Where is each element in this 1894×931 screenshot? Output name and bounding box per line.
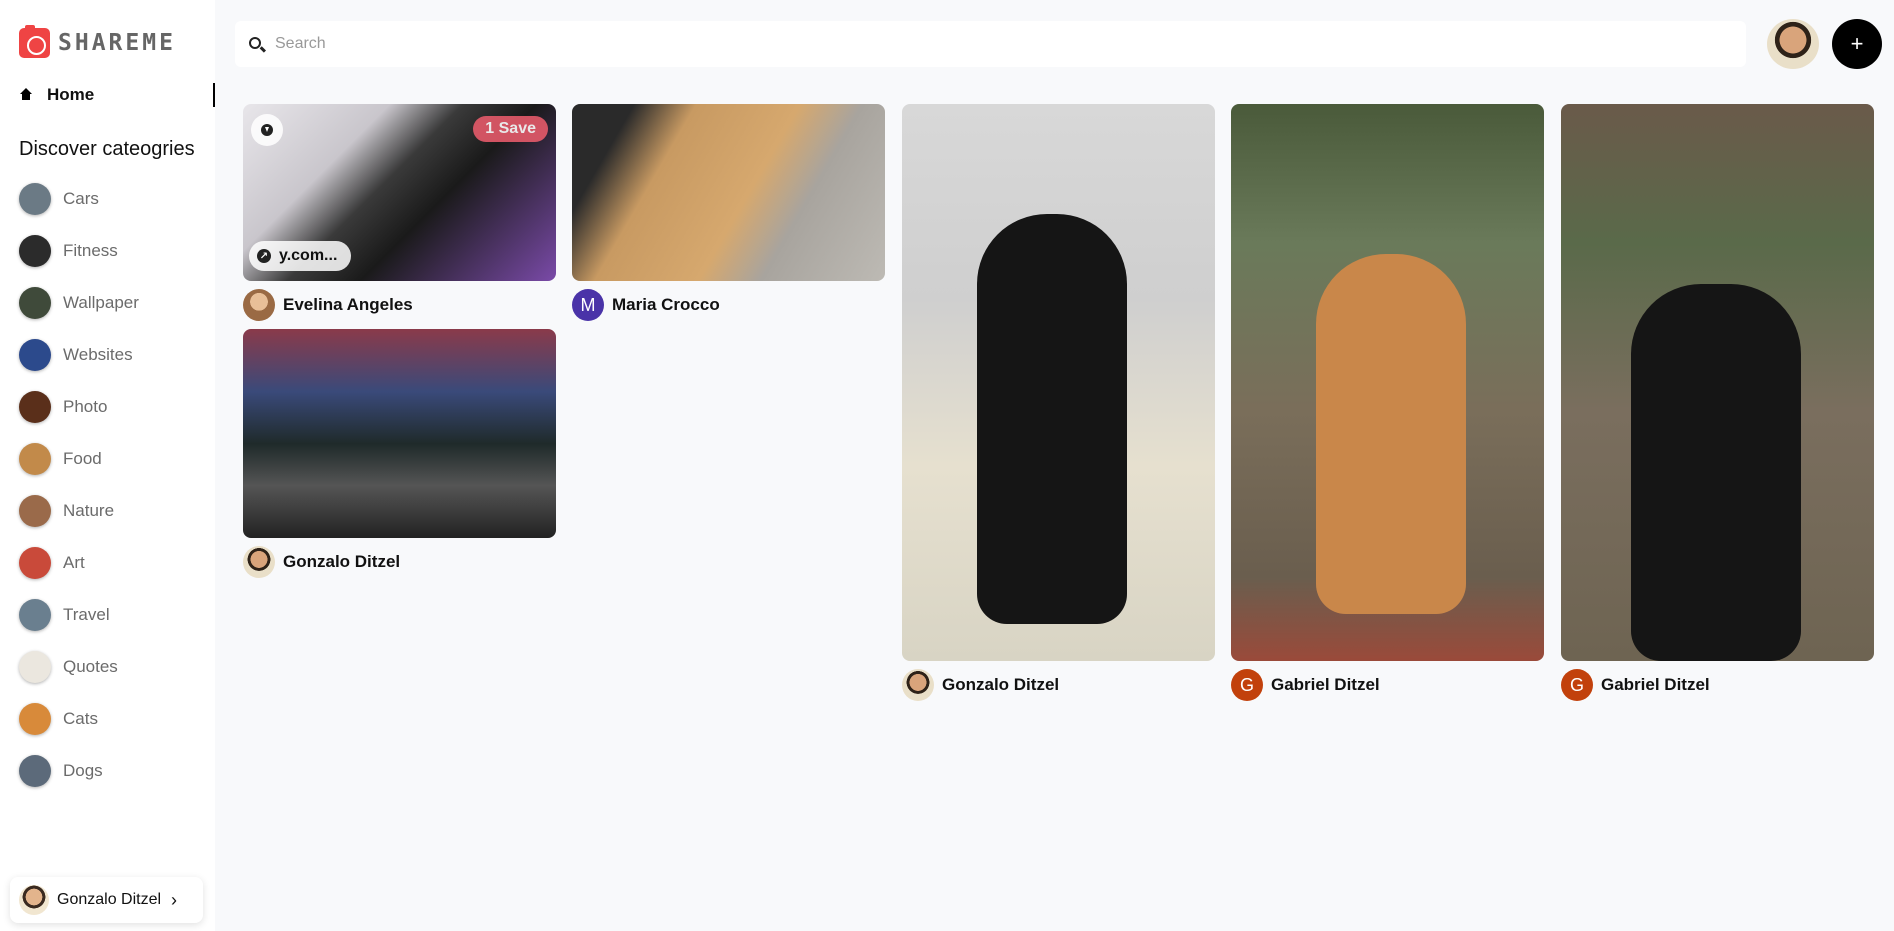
sidebar-item-dogs[interactable]: Dogs xyxy=(19,755,103,787)
category-thumbnail xyxy=(19,651,51,683)
discover-categories-title: Discover cateogries xyxy=(19,138,195,160)
sidebar-item-fitness[interactable]: Fitness xyxy=(19,235,118,267)
dog-silhouette xyxy=(977,214,1127,624)
category-label: Quotes xyxy=(63,657,118,676)
author-name: Gabriel Ditzel xyxy=(1601,675,1710,694)
author-name: Gabriel Ditzel xyxy=(1271,675,1380,694)
logo[interactable]: SHAREME xyxy=(19,25,176,58)
sidebar-item-nature[interactable]: Nature xyxy=(19,495,114,527)
pin-card[interactable]: 1 Save ↗ y.com... xyxy=(243,104,556,281)
sidebar-item-home[interactable]: Home xyxy=(19,83,215,107)
category-label: Food xyxy=(63,449,102,468)
avatar xyxy=(902,669,934,701)
category-label: Websites xyxy=(63,345,133,364)
category-label: Art xyxy=(63,553,85,572)
author-name: Gonzalo Ditzel xyxy=(283,552,401,571)
category-thumbnail xyxy=(19,391,51,423)
category-thumbnail xyxy=(19,235,51,267)
brand-name: SHAREME xyxy=(58,30,176,56)
category-thumbnail xyxy=(19,443,51,475)
pin-author[interactable]: G Gabriel Ditzel xyxy=(1561,669,1710,701)
user-name: Gonzalo Ditzel xyxy=(57,891,162,908)
pin-card[interactable] xyxy=(902,104,1215,661)
category-thumbnail xyxy=(19,339,51,371)
category-label: Fitness xyxy=(63,241,118,260)
author-name: Maria Crocco xyxy=(612,295,720,314)
search-icon xyxy=(249,37,261,49)
pin-card[interactable] xyxy=(572,104,885,281)
search-input[interactable] xyxy=(275,21,1735,67)
pin-card[interactable] xyxy=(1231,104,1544,661)
pin-author[interactable]: Gonzalo Ditzel xyxy=(243,546,400,578)
avatar xyxy=(243,546,275,578)
category-label: Dogs xyxy=(63,761,103,780)
user-profile-card[interactable]: Gonzalo Ditzel › xyxy=(10,877,203,923)
category-thumbnail xyxy=(19,183,51,215)
source-link[interactable]: ↗ y.com... xyxy=(249,241,352,271)
pin-author[interactable]: Gonzalo Ditzel xyxy=(902,669,1059,701)
category-label: Cars xyxy=(63,189,99,208)
sidebar-item-art[interactable]: Art xyxy=(19,547,85,579)
category-thumbnail xyxy=(19,547,51,579)
pin-author[interactable]: Evelina Angeles xyxy=(243,289,413,321)
category-label: Wallpaper xyxy=(63,293,139,312)
source-link-text: y.com... xyxy=(279,247,338,264)
sidebar-item-websites[interactable]: Websites xyxy=(19,339,133,371)
download-icon xyxy=(261,124,273,136)
sidebar-item-photo[interactable]: Photo xyxy=(19,391,107,423)
avatar xyxy=(243,289,275,321)
sidebar-item-food[interactable]: Food xyxy=(19,443,102,475)
sidebar-item-cars[interactable]: Cars xyxy=(19,183,99,215)
category-label: Cats xyxy=(63,709,98,728)
category-label: Nature xyxy=(63,501,115,520)
camera-icon xyxy=(19,25,50,58)
dog-silhouette xyxy=(1631,284,1801,661)
category-thumbnail xyxy=(19,287,51,319)
download-button[interactable] xyxy=(251,114,283,146)
category-thumbnail xyxy=(19,495,51,527)
category-label: Photo xyxy=(63,397,108,416)
sidebar: SHAREME Home Discover cateogries Cars Fi… xyxy=(0,0,215,931)
author-name: Gonzalo Ditzel xyxy=(942,675,1060,694)
save-button[interactable]: 1 Save xyxy=(473,116,548,142)
sidebar-item-label: Home xyxy=(47,85,95,104)
dog-silhouette xyxy=(1316,254,1466,614)
sidebar-item-travel[interactable]: Travel xyxy=(19,599,110,631)
avatar: M xyxy=(572,289,604,321)
add-pin-button[interactable]: + xyxy=(1832,19,1882,69)
sidebar-item-quotes[interactable]: Quotes xyxy=(19,651,118,683)
category-thumbnail xyxy=(19,599,51,631)
author-name: Evelina Angeles xyxy=(283,295,413,314)
sidebar-item-wallpaper[interactable]: Wallpaper xyxy=(19,287,139,319)
pin-author[interactable]: M Maria Crocco xyxy=(572,289,720,321)
category-thumbnail xyxy=(19,755,51,787)
home-icon xyxy=(19,88,33,102)
pin-card[interactable] xyxy=(243,329,556,538)
chevron-right-icon: › xyxy=(171,889,178,910)
sidebar-item-cats[interactable]: Cats xyxy=(19,703,98,735)
category-thumbnail xyxy=(19,703,51,735)
arrow-up-right-icon: ↗ xyxy=(257,249,271,263)
pin-author[interactable]: G Gabriel Ditzel xyxy=(1231,669,1380,701)
search-bar xyxy=(235,21,1746,67)
avatar[interactable] xyxy=(1767,19,1819,69)
category-label: Travel xyxy=(63,605,110,624)
avatar: G xyxy=(1561,669,1593,701)
avatar xyxy=(19,885,49,915)
plus-icon: + xyxy=(1850,31,1864,56)
pin-card[interactable] xyxy=(1561,104,1874,661)
avatar: G xyxy=(1231,669,1263,701)
